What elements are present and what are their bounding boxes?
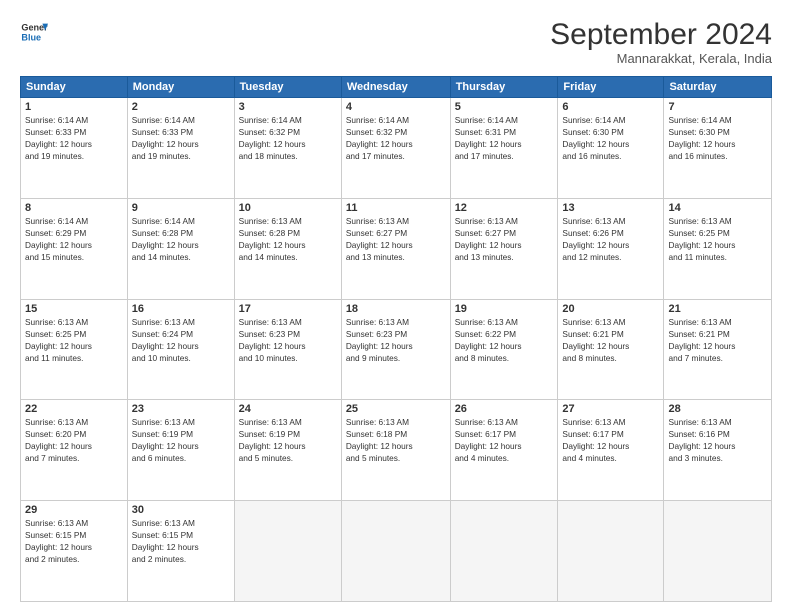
table-row: 17Sunrise: 6:13 AMSunset: 6:23 PMDayligh… bbox=[234, 299, 341, 400]
table-row: 15Sunrise: 6:13 AMSunset: 6:25 PMDayligh… bbox=[21, 299, 128, 400]
week-row: 29Sunrise: 6:13 AMSunset: 6:15 PMDayligh… bbox=[21, 501, 772, 602]
col-friday: Friday bbox=[558, 77, 664, 98]
table-row: 23Sunrise: 6:13 AMSunset: 6:19 PMDayligh… bbox=[127, 400, 234, 501]
table-row: 18Sunrise: 6:13 AMSunset: 6:23 PMDayligh… bbox=[341, 299, 450, 400]
table-row: 26Sunrise: 6:13 AMSunset: 6:17 PMDayligh… bbox=[450, 400, 558, 501]
table-row: 9Sunrise: 6:14 AMSunset: 6:28 PMDaylight… bbox=[127, 198, 234, 299]
header-row: Sunday Monday Tuesday Wednesday Thursday… bbox=[21, 77, 772, 98]
calendar-table: Sunday Monday Tuesday Wednesday Thursday… bbox=[20, 76, 772, 602]
table-row bbox=[664, 501, 772, 602]
table-row: 4Sunrise: 6:14 AMSunset: 6:32 PMDaylight… bbox=[341, 98, 450, 199]
col-wednesday: Wednesday bbox=[341, 77, 450, 98]
table-row bbox=[341, 501, 450, 602]
col-thursday: Thursday bbox=[450, 77, 558, 98]
table-row: 29Sunrise: 6:13 AMSunset: 6:15 PMDayligh… bbox=[21, 501, 128, 602]
table-row: 28Sunrise: 6:13 AMSunset: 6:16 PMDayligh… bbox=[664, 400, 772, 501]
table-row bbox=[558, 501, 664, 602]
table-row: 7Sunrise: 6:14 AMSunset: 6:30 PMDaylight… bbox=[664, 98, 772, 199]
table-row: 22Sunrise: 6:13 AMSunset: 6:20 PMDayligh… bbox=[21, 400, 128, 501]
logo: General Blue bbox=[20, 18, 48, 46]
table-row: 12Sunrise: 6:13 AMSunset: 6:27 PMDayligh… bbox=[450, 198, 558, 299]
table-row: 25Sunrise: 6:13 AMSunset: 6:18 PMDayligh… bbox=[341, 400, 450, 501]
table-row: 8Sunrise: 6:14 AMSunset: 6:29 PMDaylight… bbox=[21, 198, 128, 299]
week-row: 15Sunrise: 6:13 AMSunset: 6:25 PMDayligh… bbox=[21, 299, 772, 400]
logo-icon: General Blue bbox=[20, 18, 48, 46]
table-row: 30Sunrise: 6:13 AMSunset: 6:15 PMDayligh… bbox=[127, 501, 234, 602]
month-title: September 2024 bbox=[550, 18, 772, 51]
table-row: 19Sunrise: 6:13 AMSunset: 6:22 PMDayligh… bbox=[450, 299, 558, 400]
table-row: 13Sunrise: 6:13 AMSunset: 6:26 PMDayligh… bbox=[558, 198, 664, 299]
col-sunday: Sunday bbox=[21, 77, 128, 98]
table-row: 21Sunrise: 6:13 AMSunset: 6:21 PMDayligh… bbox=[664, 299, 772, 400]
week-row: 22Sunrise: 6:13 AMSunset: 6:20 PMDayligh… bbox=[21, 400, 772, 501]
table-row: 27Sunrise: 6:13 AMSunset: 6:17 PMDayligh… bbox=[558, 400, 664, 501]
table-row: 16Sunrise: 6:13 AMSunset: 6:24 PMDayligh… bbox=[127, 299, 234, 400]
table-row: 11Sunrise: 6:13 AMSunset: 6:27 PMDayligh… bbox=[341, 198, 450, 299]
table-row: 14Sunrise: 6:13 AMSunset: 6:25 PMDayligh… bbox=[664, 198, 772, 299]
table-row: 24Sunrise: 6:13 AMSunset: 6:19 PMDayligh… bbox=[234, 400, 341, 501]
table-row bbox=[234, 501, 341, 602]
location: Mannarakkat, Kerala, India bbox=[550, 51, 772, 66]
col-monday: Monday bbox=[127, 77, 234, 98]
table-row: 6Sunrise: 6:14 AMSunset: 6:30 PMDaylight… bbox=[558, 98, 664, 199]
week-row: 1Sunrise: 6:14 AMSunset: 6:33 PMDaylight… bbox=[21, 98, 772, 199]
table-row: 10Sunrise: 6:13 AMSunset: 6:28 PMDayligh… bbox=[234, 198, 341, 299]
table-row bbox=[450, 501, 558, 602]
col-tuesday: Tuesday bbox=[234, 77, 341, 98]
week-row: 8Sunrise: 6:14 AMSunset: 6:29 PMDaylight… bbox=[21, 198, 772, 299]
table-row: 20Sunrise: 6:13 AMSunset: 6:21 PMDayligh… bbox=[558, 299, 664, 400]
svg-text:Blue: Blue bbox=[21, 32, 41, 42]
col-saturday: Saturday bbox=[664, 77, 772, 98]
table-row: 1Sunrise: 6:14 AMSunset: 6:33 PMDaylight… bbox=[21, 98, 128, 199]
table-row: 2Sunrise: 6:14 AMSunset: 6:33 PMDaylight… bbox=[127, 98, 234, 199]
table-row: 3Sunrise: 6:14 AMSunset: 6:32 PMDaylight… bbox=[234, 98, 341, 199]
page: General Blue September 2024 Mannarakkat,… bbox=[0, 0, 792, 612]
title-block: September 2024 Mannarakkat, Kerala, Indi… bbox=[550, 18, 772, 66]
header: General Blue September 2024 Mannarakkat,… bbox=[20, 18, 772, 66]
table-row: 5Sunrise: 6:14 AMSunset: 6:31 PMDaylight… bbox=[450, 98, 558, 199]
